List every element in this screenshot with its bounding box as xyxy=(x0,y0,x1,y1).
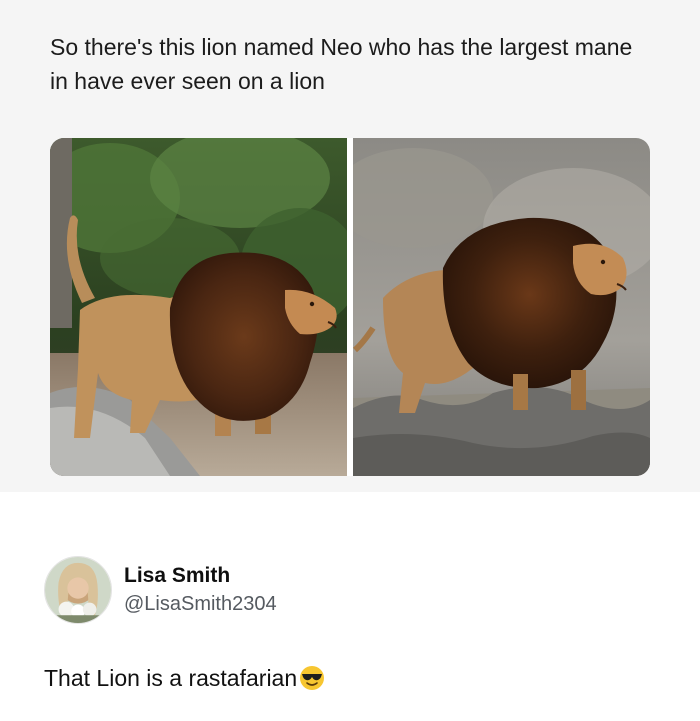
photo-grid xyxy=(50,138,650,476)
avatar[interactable] xyxy=(44,556,112,624)
reply-text: That Lion is a rastafarian xyxy=(44,665,325,692)
lion-standing-right-photo[interactable] xyxy=(353,138,650,476)
reply-tweet: Lisa Smith @LisaSmith2304 That Lion is a… xyxy=(0,492,700,721)
user-handle[interactable]: @LisaSmith2304 xyxy=(124,593,277,616)
reply-text-content: That Lion is a rastafarian xyxy=(44,665,298,691)
lion-walking-left-photo[interactable] xyxy=(50,138,347,476)
display-name[interactable]: Lisa Smith xyxy=(124,564,230,588)
quoted-post: So there's this lion named Neo who has t… xyxy=(0,0,700,492)
post-text: So there's this lion named Neo who has t… xyxy=(50,34,633,94)
sunglasses-emoji-icon xyxy=(300,666,325,690)
